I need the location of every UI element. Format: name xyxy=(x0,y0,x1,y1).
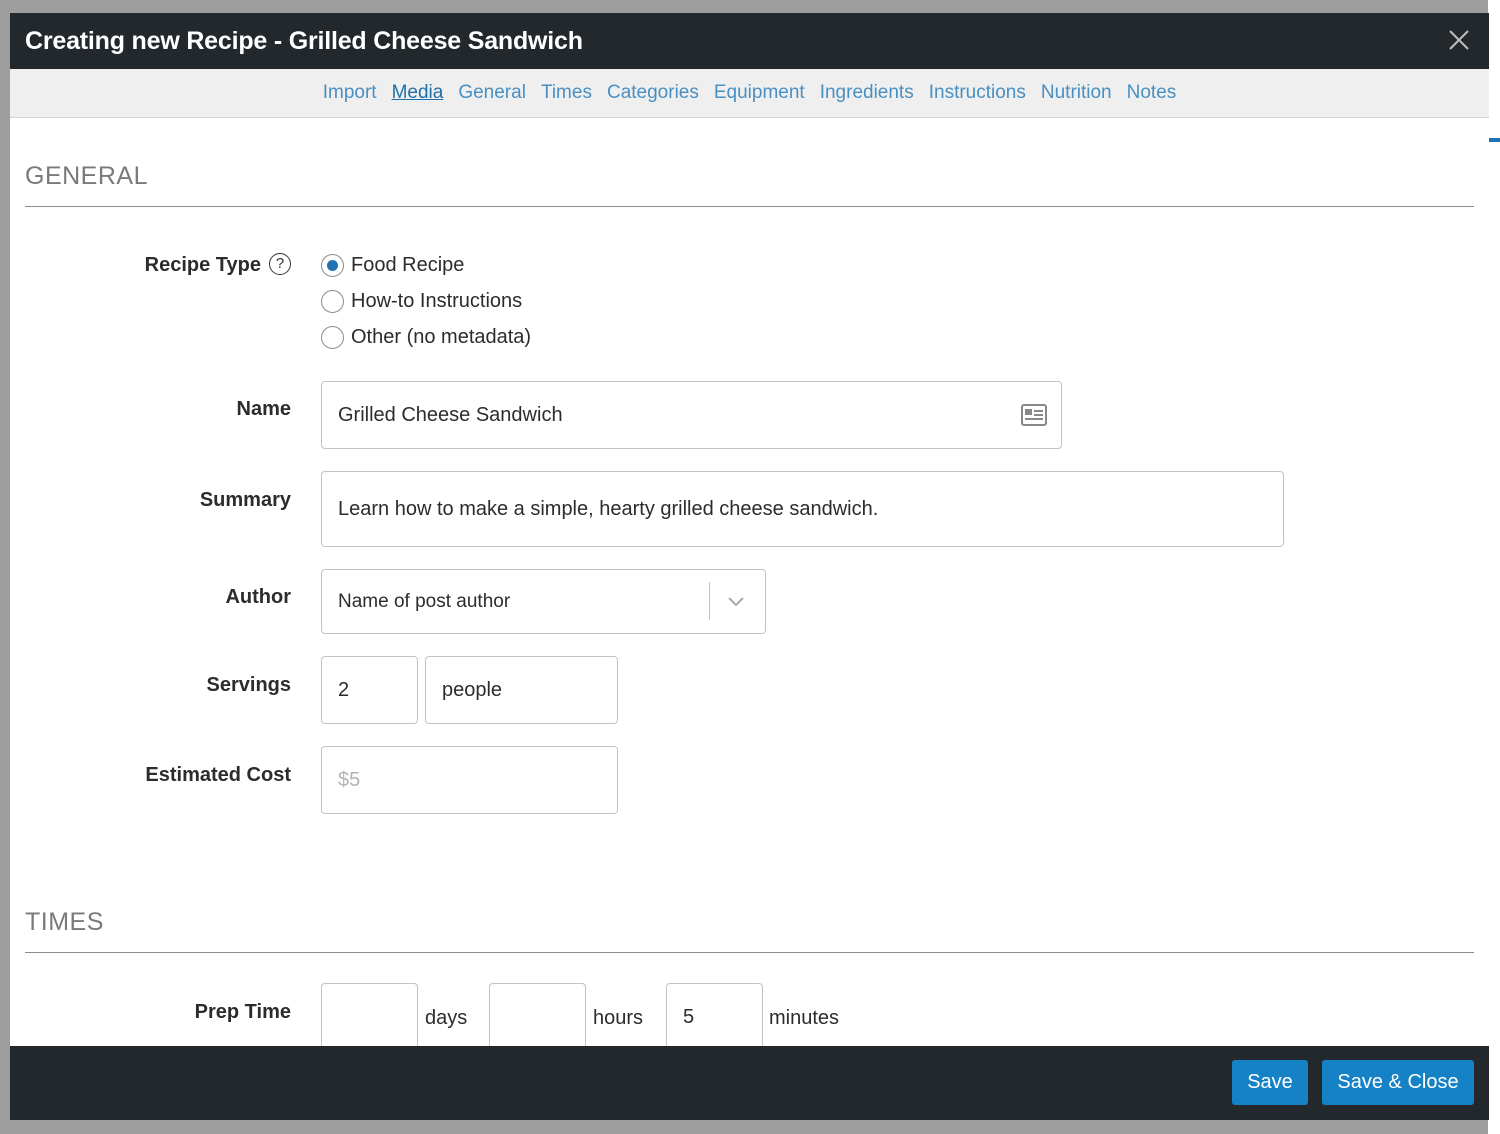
save-close-button[interactable]: Save & Close xyxy=(1322,1060,1474,1105)
cost-input[interactable]: $5 xyxy=(321,746,618,814)
nav-times[interactable]: Times xyxy=(541,82,592,104)
nav-general[interactable]: General xyxy=(458,82,526,104)
select-separator xyxy=(709,582,710,620)
servings-label: Servings xyxy=(206,674,291,696)
name-label: Name xyxy=(236,398,291,420)
times-section-title: TIMES xyxy=(25,908,104,936)
general-divider xyxy=(25,206,1474,207)
radio-food-recipe[interactable] xyxy=(321,254,344,277)
radio-label: Food Recipe xyxy=(351,254,465,276)
modal-body[interactable]: GENERAL Recipe Type ? Food Recipe How-to… xyxy=(10,118,1489,1046)
contact-card-icon[interactable] xyxy=(1021,404,1047,426)
radio-other[interactable] xyxy=(321,326,344,349)
nav-notes[interactable]: Notes xyxy=(1127,82,1177,104)
times-divider xyxy=(25,952,1474,953)
radio-howto[interactable] xyxy=(321,290,344,313)
servings-amount: 2 xyxy=(338,678,350,701)
nav-equipment[interactable]: Equipment xyxy=(714,82,805,104)
nav-nutrition[interactable]: Nutrition xyxy=(1041,82,1112,104)
general-section-title: GENERAL xyxy=(25,162,148,190)
days-unit-label: days xyxy=(425,1007,468,1029)
prep-minutes-value: 5 xyxy=(683,1005,695,1028)
prep-hours-input[interactable] xyxy=(489,983,586,1046)
summary-value: Learn how to make a simple, hearty grill… xyxy=(338,497,879,520)
background-accent-bar xyxy=(1488,138,1500,142)
author-label: Author xyxy=(225,586,291,608)
background-page-edge xyxy=(1488,0,1500,1134)
cost-placeholder: $5 xyxy=(338,768,361,791)
modal-header: Creating new Recipe - Grilled Cheese San… xyxy=(10,13,1489,69)
summary-label: Summary xyxy=(199,489,291,511)
modal-footer: Save Save & Close xyxy=(10,1046,1489,1120)
modal-title: Creating new Recipe - Grilled Cheese San… xyxy=(25,26,583,55)
servings-unit-input[interactable]: people xyxy=(425,656,618,724)
servings-unit: people xyxy=(442,678,503,701)
name-value: Grilled Cheese Sandwich xyxy=(338,403,563,426)
nav-ingredients[interactable]: Ingredients xyxy=(820,82,914,104)
minutes-unit-label: minutes xyxy=(769,1007,840,1029)
servings-amount-input[interactable]: 2 xyxy=(321,656,418,724)
radio-label: Other (no metadata) xyxy=(351,326,532,348)
prep-days-input[interactable] xyxy=(321,983,418,1046)
nav-instructions[interactable]: Instructions xyxy=(929,82,1026,104)
hours-unit-label: hours xyxy=(593,1007,644,1029)
help-icon[interactable]: ? xyxy=(269,253,291,275)
recipe-type-other[interactable]: Other (no metadata) xyxy=(321,326,531,349)
close-button[interactable] xyxy=(1447,28,1471,52)
nav-categories[interactable]: Categories xyxy=(607,82,699,104)
summary-textarea[interactable]: Learn how to make a simple, hearty grill… xyxy=(321,471,1284,547)
cost-label: Estimated Cost xyxy=(145,764,291,786)
recipe-modal: Creating new Recipe - Grilled Cheese San… xyxy=(10,13,1489,1120)
recipe-type-howto[interactable]: How-to Instructions xyxy=(321,290,522,313)
chevron-down-icon[interactable] xyxy=(726,592,746,612)
nav-import[interactable]: Import xyxy=(323,82,377,104)
author-value: Name of post author xyxy=(338,590,511,612)
author-select[interactable]: Name of post author xyxy=(321,569,766,634)
nav-media[interactable]: Media xyxy=(392,82,444,104)
prep-minutes-input[interactable]: 5 xyxy=(666,983,763,1046)
recipe-type-food[interactable]: Food Recipe xyxy=(321,254,464,277)
save-button[interactable]: Save xyxy=(1232,1060,1308,1105)
name-input[interactable]: Grilled Cheese Sandwich xyxy=(321,381,1062,449)
prep-time-label: Prep Time xyxy=(194,1001,291,1023)
close-icon xyxy=(1449,30,1469,50)
recipe-type-label: Recipe Type xyxy=(144,254,261,276)
section-nav: Import Media General Times Categories Eq… xyxy=(10,69,1489,118)
radio-label: How-to Instructions xyxy=(351,290,523,312)
